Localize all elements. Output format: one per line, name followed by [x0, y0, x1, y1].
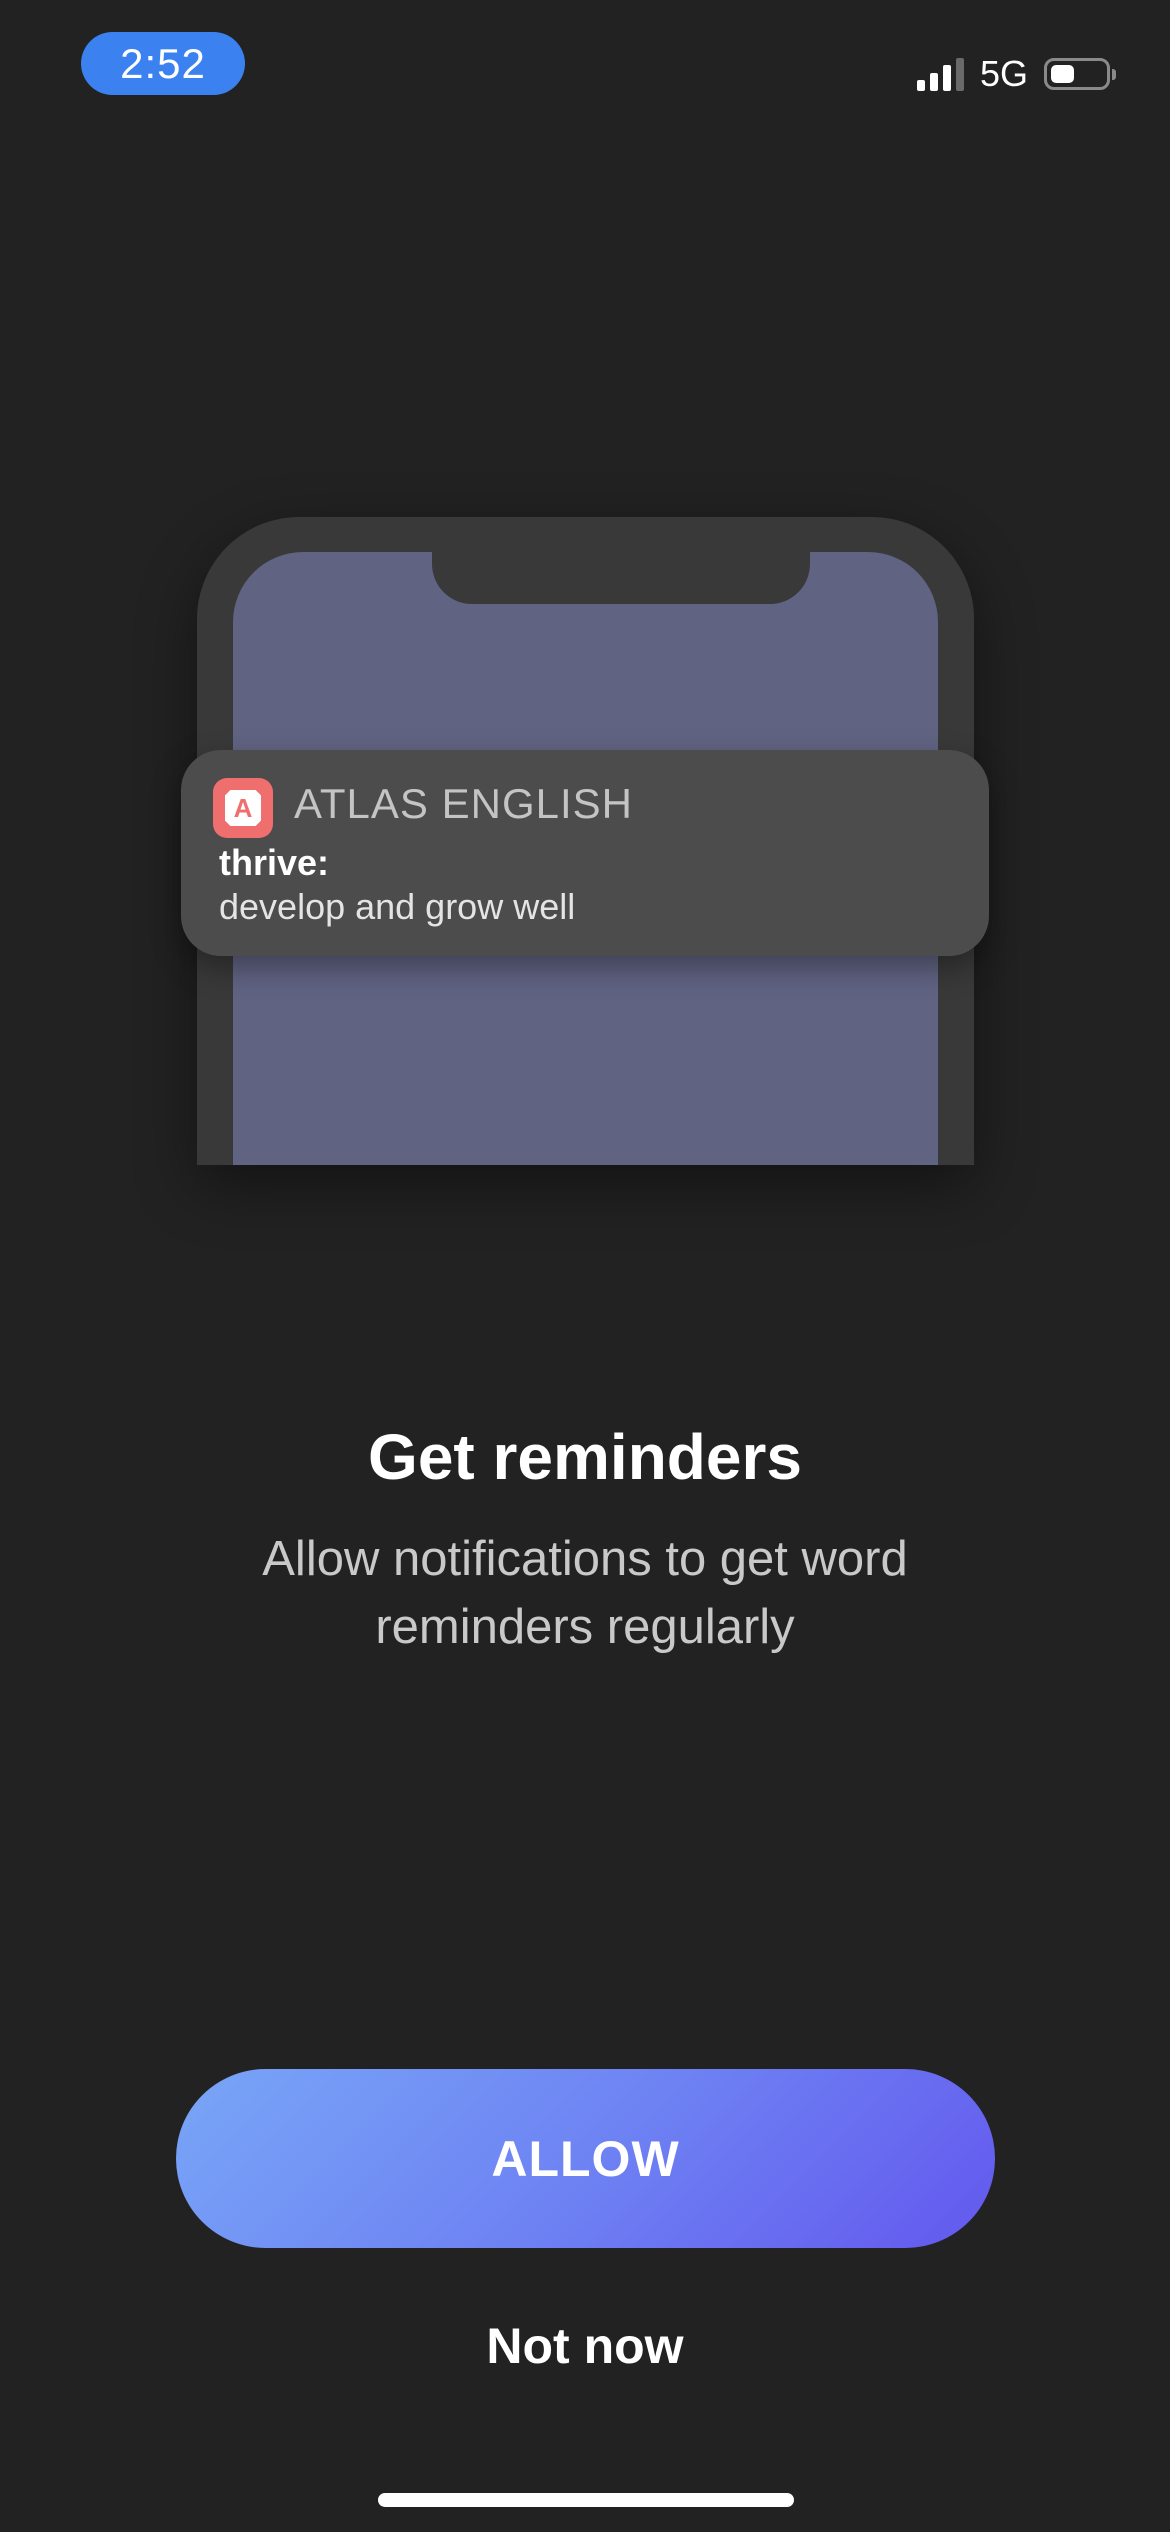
- app-icon-glyph: A: [225, 790, 261, 826]
- app-icon: A: [213, 778, 273, 838]
- battery-icon: [1044, 58, 1116, 90]
- status-indicators: 5G: [916, 52, 1116, 96]
- not-now-button[interactable]: Not now: [385, 2310, 785, 2382]
- status-time: 2:52: [81, 32, 245, 95]
- signal-icon: [916, 57, 964, 91]
- allow-button[interactable]: ALLOW: [176, 2069, 995, 2248]
- notification-body: develop and grow well: [219, 886, 576, 927]
- page-title: Get reminders: [368, 1421, 802, 1493]
- home-indicator[interactable]: [378, 2493, 794, 2507]
- notification-title: thrive:: [219, 842, 330, 883]
- network-label: 5G: [979, 53, 1028, 94]
- notification-preview: A ATLAS ENGLISH thrive: develop and grow…: [181, 750, 989, 956]
- page-description: Allow notifications to get word reminder…: [262, 1532, 908, 1654]
- phone-notch: [432, 552, 810, 604]
- battery-fill: [1051, 65, 1074, 83]
- notification-app-name: ATLAS ENGLISH: [294, 780, 633, 827]
